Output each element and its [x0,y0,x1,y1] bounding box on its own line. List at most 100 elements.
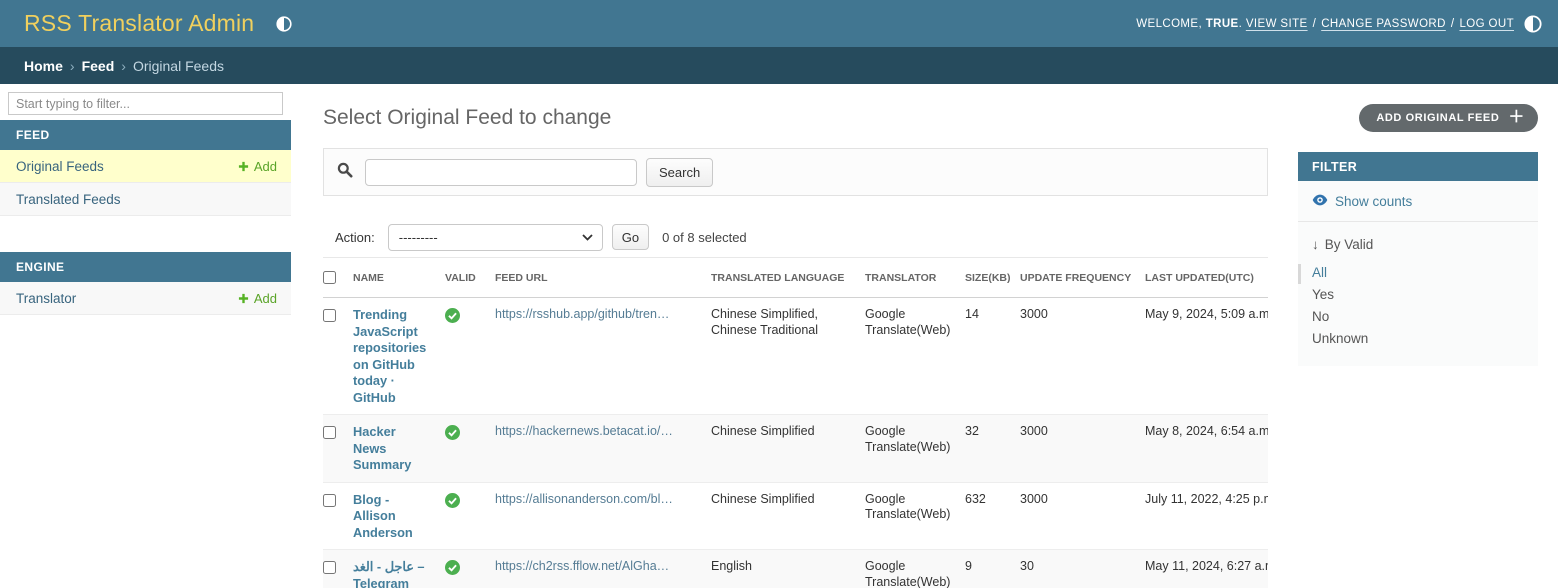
row-checkbox[interactable] [323,494,336,507]
view-site-link[interactable]: VIEW SITE [1246,18,1308,30]
translator-link[interactable]: Translator [16,291,76,306]
translated-feeds-link[interactable]: Translated Feeds [16,192,121,207]
translator-cell: Google Translate(Web) [865,550,965,588]
filter-title: FILTER [1298,152,1538,181]
filter-option-no[interactable]: No [1298,306,1538,328]
search-input[interactable] [365,159,637,186]
action-select[interactable]: --------- [388,224,603,251]
valid-check-icon [445,308,460,328]
selected-count: 0 of 8 selected [662,230,747,245]
username: TRUE [1206,18,1239,30]
last-updated-cell: May 9, 2024, 5:09 a.m. [1145,298,1268,415]
feed-url-link[interactable]: https://rsshub.app/github/tren… [495,307,669,321]
feed-name-link[interactable]: عاجل - الغد – Telegram [353,559,425,588]
filter-panel: FILTER Show counts ↓ By Valid All Yes No… [1298,152,1538,366]
feed-url-link[interactable]: https://allisonanderson.com/bl… [495,492,673,506]
feed-url-link[interactable]: https://hackernews.betacat.io/… [495,424,673,438]
eye-icon [1312,194,1328,209]
column-header-name[interactable]: NAME [353,258,445,298]
add-original-feed-link[interactable]: Add [238,159,277,174]
sidebar-filter-input[interactable] [8,92,283,115]
table-row: Trending JavaScript repositories on GitH… [323,298,1268,415]
search-icon [337,162,353,183]
filter-option-all[interactable]: All [1298,262,1538,284]
filter-option-unknown[interactable]: Unknown [1298,328,1538,350]
sidebar-item-translator[interactable]: Translator Add [0,282,291,315]
plus-icon [238,161,249,172]
search-bar: Search [323,148,1268,196]
breadcrumb: Home › Feed › Original Feeds [0,47,1558,84]
size-cell: 14 [965,298,1020,415]
table-row: Hacker News Summary https://hackernews.b… [323,415,1268,483]
welcome-text: WELCOME, [1136,18,1202,30]
feed-name-link[interactable]: Trending JavaScript repositories on GitH… [353,307,426,405]
feed-name-link[interactable]: Blog - Allison Anderson [353,492,413,540]
logout-link[interactable]: LOG OUT [1459,18,1514,30]
breadcrumb-separator: › [70,58,75,74]
row-checkbox[interactable] [323,309,336,322]
add-translator-link[interactable]: Add [238,291,277,306]
last-updated-cell: July 11, 2022, 4:25 p.m. [1145,482,1268,550]
size-cell: 632 [965,482,1020,550]
plus-icon: ＋ [1508,110,1525,126]
translated-language-cell: Chinese Simplified [711,415,865,483]
valid-check-icon [445,425,460,445]
filter-option-yes[interactable]: Yes [1298,284,1538,306]
change-password-link[interactable]: CHANGE PASSWORD [1321,18,1446,30]
select-all-checkbox[interactable] [323,271,336,284]
translated-language-cell: Chinese Simplified [711,482,865,550]
module-caption: ENGINE [0,252,291,282]
row-checkbox[interactable] [323,561,336,574]
sidebar-item-original-feeds[interactable]: Original Feeds Add [0,150,291,183]
plus-icon [238,293,249,304]
original-feeds-link[interactable]: Original Feeds [16,159,104,174]
column-header-size[interactable]: SIZE(KB) [965,258,1020,298]
column-header-translator[interactable]: TRANSLATOR [865,258,965,298]
user-tools: WELCOME, TRUE. VIEW SITE / CHANGE PASSWO… [1136,0,1542,47]
column-header-valid[interactable]: VALID [445,258,495,298]
app-title: RSS Translator Admin [24,10,254,37]
last-updated-cell: May 8, 2024, 6:54 a.m. [1145,415,1268,483]
size-cell: 9 [965,550,1020,588]
breadcrumb-feed[interactable]: Feed [82,58,115,74]
show-counts-toggle[interactable]: Show counts [1298,181,1538,222]
row-checkbox[interactable] [323,426,336,439]
column-header-translated-language[interactable]: TRANSLATED LANGUAGE [711,258,865,298]
size-cell: 32 [965,415,1020,483]
theme-toggle-icon[interactable] [1524,15,1542,33]
chevron-down-icon [582,234,593,241]
translator-cell: Google Translate(Web) [865,482,965,550]
column-header-feed-url[interactable]: FEED URL [495,258,711,298]
add-original-feed-button[interactable]: ADD ORIGINAL FEED ＋ [1359,104,1538,132]
action-label: Action: [335,230,375,245]
theme-toggle-icon[interactable] [276,16,292,32]
actions-row: Action: --------- Go 0 of 8 selected [323,222,1268,252]
sidebar-item-translated-feeds[interactable]: Translated Feeds [0,183,291,216]
table-header-row: NAME VALID FEED URL TRANSLATED LANGUAGE … [323,258,1268,298]
update-frequency-cell: 3000 [1020,298,1145,415]
update-frequency-cell: 3000 [1020,482,1145,550]
feed-name-link[interactable]: Hacker News Summary [353,424,411,472]
module-caption: FEED [0,120,291,150]
search-button[interactable]: Search [646,158,713,187]
feed-url-link[interactable]: https://ch2rss.fflow.net/AlGha… [495,559,669,573]
sidebar-module-engine: ENGINE Translator Add [0,252,291,315]
translated-language-cell: Chinese Simplified, Chinese Traditional [711,298,865,415]
translated-language-cell: English [711,550,865,588]
translator-cell: Google Translate(Web) [865,298,965,415]
nav-sidebar: FEED Original Feeds Add Translated Feeds… [0,84,291,315]
breadcrumb-home[interactable]: Home [24,58,63,74]
column-header-update-frequency[interactable]: UPDATE FREQUENCY [1020,258,1145,298]
update-frequency-cell: 3000 [1020,415,1145,483]
go-button[interactable]: Go [612,224,649,250]
last-updated-cell: May 11, 2024, 6:27 a.m. [1145,550,1268,588]
update-frequency-cell: 30 [1020,550,1145,588]
page-title: Select Original Feed to change [323,106,611,130]
table-row: عاجل - الغد – Telegram https://ch2rss.ff… [323,550,1268,588]
arrow-down-icon: ↓ [1312,237,1319,252]
column-header-last-updated[interactable]: LAST UPDATED(UTC) [1145,258,1268,298]
breadcrumb-current: Original Feeds [133,58,224,74]
translator-cell: Google Translate(Web) [865,415,965,483]
app-header: RSS Translator Admin WELCOME, TRUE. VIEW… [0,0,1558,47]
valid-check-icon [445,560,460,580]
